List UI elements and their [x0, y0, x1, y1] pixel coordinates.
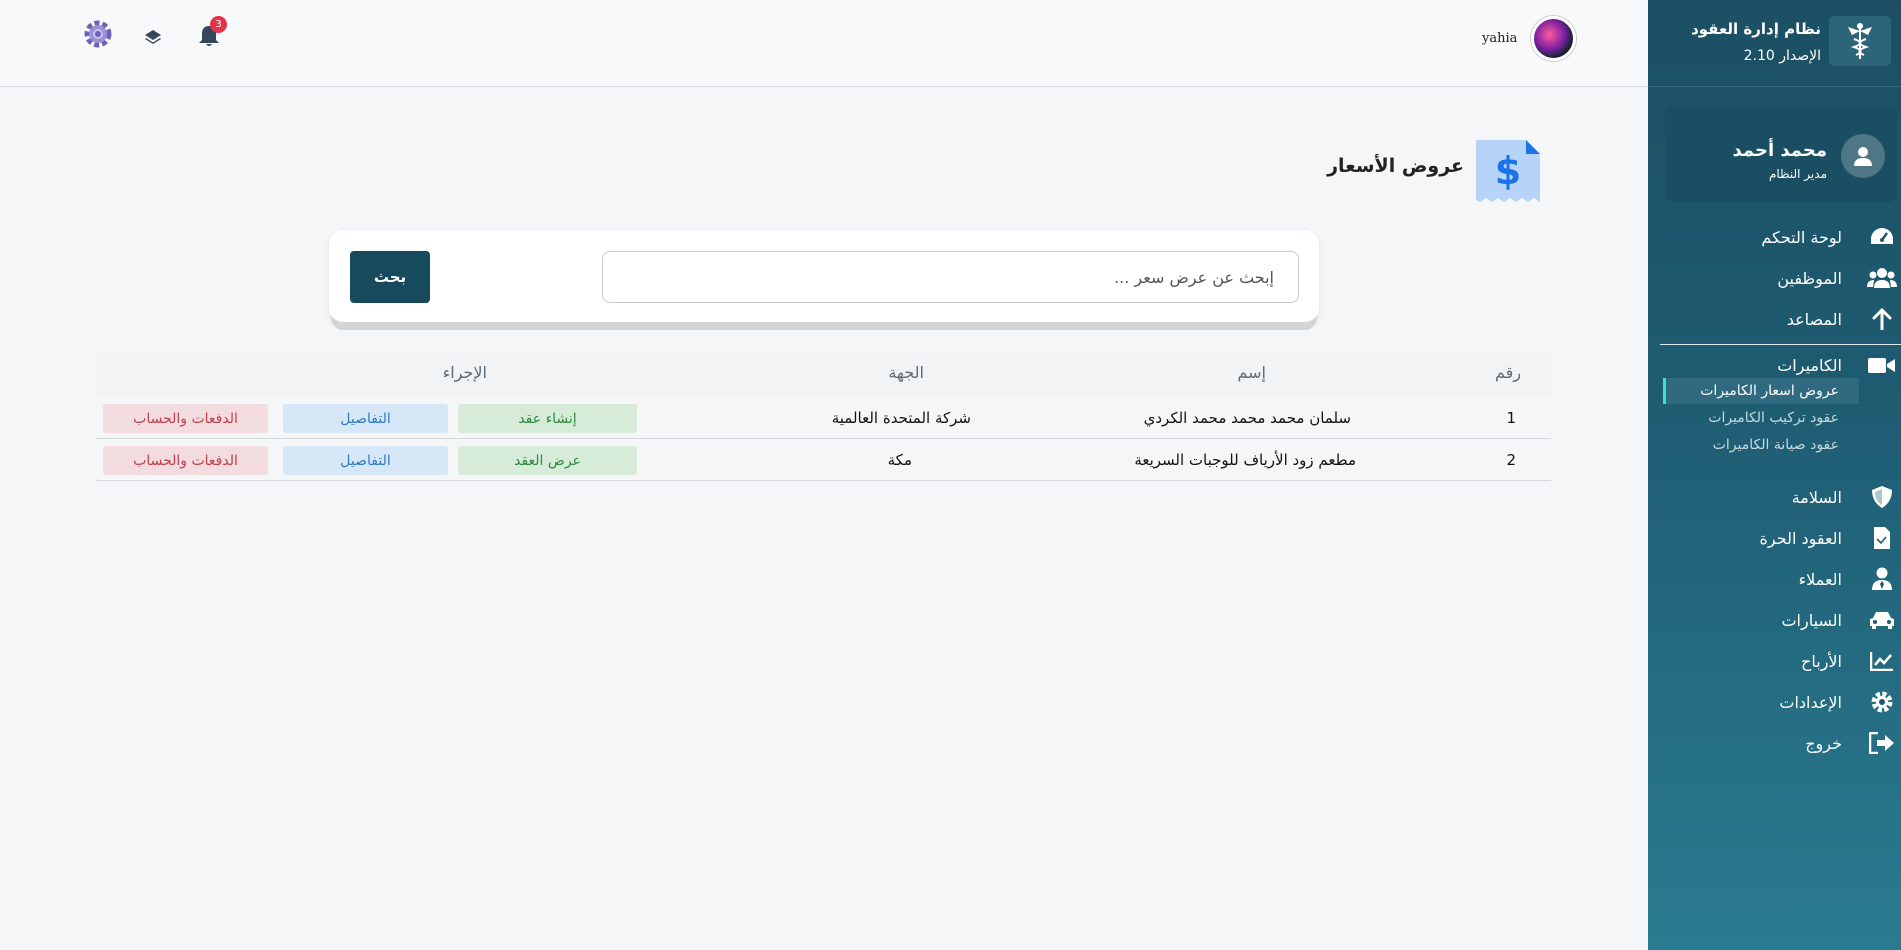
brand-logo — [1829, 16, 1891, 66]
sidebar-item-free-contracts[interactable]: العقود الحرة — [1648, 521, 1901, 555]
payments-button[interactable]: الدفعات والحساب — [103, 446, 268, 475]
cell-name: سلمان محمد محمد محمد الكردي — [1143, 409, 1351, 427]
sidebar-item-label: الكاميرات — [1777, 355, 1842, 375]
user-name[interactable]: yahia — [1482, 31, 1517, 46]
column-header-action: الإجراء — [442, 363, 487, 382]
page-title: عروض الأسعار — [1327, 155, 1464, 177]
cell-entity: شركة المتحدة العالمية — [831, 409, 971, 427]
sidebar-item-label: لوحة التحكم — [1761, 227, 1842, 247]
sidebar-item-safety[interactable]: السلامة — [1648, 480, 1901, 514]
chart-line-icon — [1867, 646, 1897, 676]
sidebar-item-elevators[interactable]: المصاعد — [1648, 302, 1901, 336]
sidebar-item-profits[interactable]: الأرباح — [1648, 644, 1901, 678]
table-row: 2 مطعم زود الأرياف للوجبات السريعة مكة ع… — [96, 439, 1551, 481]
sidebar-item-employees[interactable]: الموظفين — [1648, 261, 1901, 295]
profile-name: محمد أحمد — [1732, 140, 1827, 161]
settings-button[interactable] — [83, 19, 113, 49]
sidebar-item-cameras[interactable]: الكاميرات — [1648, 348, 1901, 382]
sidebar-item-label: السلامة — [1791, 487, 1842, 507]
sidebar-item-logout[interactable]: خروج — [1648, 726, 1901, 760]
brand-header: نظام إدارة العقود الإصدار 2.10 — [1648, 0, 1901, 87]
payments-button[interactable]: الدفعات والحساب — [103, 404, 268, 433]
sidebar-item-settings[interactable]: الإعدادات — [1648, 685, 1901, 719]
receipt-dollar-icon: $ — [1474, 138, 1542, 206]
sidebar-item-dashboard[interactable]: لوحة التحكم — [1648, 220, 1901, 254]
sidebar-subitem-camera-maintenance[interactable]: عقود صيانة الكاميرات — [1663, 432, 1859, 458]
create-contract-button[interactable]: إنشاء عقد — [458, 404, 637, 433]
sidebar-item-label: المصاعد — [1786, 309, 1842, 329]
column-header-number: رقم — [1494, 363, 1521, 382]
document-icon — [1867, 523, 1897, 553]
nav-divider — [1660, 344, 1901, 345]
profile-role: مدير النظام — [1768, 167, 1827, 181]
profile-card[interactable]: محمد أحمد مدير النظام — [1665, 107, 1897, 202]
sidebar-item-cars[interactable]: السيارات — [1648, 603, 1901, 637]
sidebar-item-label: الإعدادات — [1779, 692, 1842, 712]
user-avatar[interactable] — [1531, 16, 1576, 61]
dashboard-icon — [1867, 222, 1897, 252]
details-button[interactable]: التفاصيل — [283, 446, 448, 475]
caduceus-icon — [1848, 23, 1872, 59]
sidebar-item-label: الأرباح — [1801, 651, 1842, 671]
car-icon — [1867, 605, 1897, 635]
cell-name: مطعم زود الأرياف للوجبات السريعة — [1134, 451, 1356, 469]
table-header: رقم إسم الجهة الإجراء — [96, 351, 1551, 397]
search-input[interactable] — [602, 251, 1299, 303]
search-button[interactable]: بحث — [350, 251, 430, 303]
shield-icon — [1867, 482, 1897, 512]
column-header-name: إسم — [1237, 363, 1267, 382]
view-contract-button[interactable]: عرض العقد — [458, 446, 637, 475]
cell-entity: مكة — [887, 451, 912, 469]
sign-out-icon — [1867, 728, 1897, 758]
sidebar-item-label: خروج — [1805, 733, 1842, 753]
gear-icon — [84, 20, 112, 48]
gear-icon — [1867, 687, 1897, 717]
avatar — [1841, 134, 1885, 178]
sidebar-item-clients[interactable]: العملاء — [1648, 562, 1901, 596]
notification-badge: 3 — [210, 16, 227, 33]
cell-number: 2 — [1506, 451, 1516, 469]
sidebar-subitem-camera-installation[interactable]: عقود تركيب الكاميرات — [1663, 405, 1859, 431]
brand-title: نظام إدارة العقود — [1691, 20, 1821, 38]
user-tie-icon — [1867, 564, 1897, 594]
sidebar: نظام إدارة العقود الإصدار 2.10 محمد أحمد… — [1648, 0, 1901, 950]
sidebar-item-label: العملاء — [1798, 569, 1842, 589]
sidebar-item-label: الموظفين — [1777, 268, 1842, 288]
video-camera-icon — [1867, 350, 1897, 380]
arrow-up-icon — [1867, 304, 1897, 334]
svg-text:$: $ — [1495, 149, 1521, 193]
sidebar-subitem-camera-quotes[interactable]: عروض اسعار الكاميرات — [1663, 378, 1859, 404]
details-button[interactable]: التفاصيل — [283, 404, 448, 433]
search-card: بحث — [329, 230, 1319, 322]
users-icon — [1867, 263, 1897, 293]
cell-number: 1 — [1506, 409, 1516, 427]
user-icon — [1854, 147, 1872, 166]
column-header-entity: الجهة — [888, 363, 924, 382]
topbar: yahia 3 — [0, 0, 1648, 87]
layers-button[interactable] — [138, 22, 168, 52]
table-row: 1 سلمان محمد محمد محمد الكردي شركة المتح… — [96, 397, 1551, 439]
quotes-table: رقم إسم الجهة الإجراء 1 سلمان محمد محمد … — [96, 351, 1551, 481]
sidebar-item-label: السيارات — [1781, 610, 1842, 630]
sidebar-item-label: العقود الحرة — [1759, 528, 1842, 548]
brand-version: الإصدار 2.10 — [1743, 48, 1821, 64]
layers-icon — [145, 30, 161, 44]
